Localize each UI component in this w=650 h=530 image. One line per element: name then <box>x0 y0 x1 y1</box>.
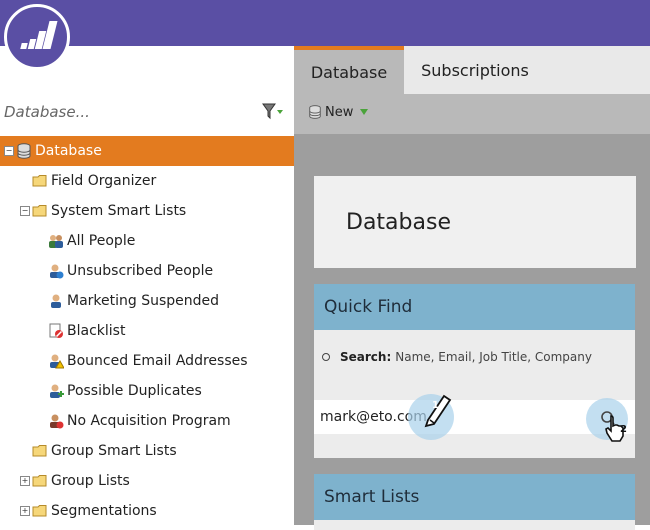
filter-icon[interactable] <box>262 102 286 120</box>
person-add-icon <box>50 384 64 398</box>
tree-item-marketing-suspended[interactable]: Marketing Suspended <box>0 286 294 316</box>
top-bar <box>0 0 650 46</box>
database-icon <box>17 143 31 159</box>
collapse-icon[interactable]: − <box>4 146 14 156</box>
person-info-icon <box>50 264 64 279</box>
step-1-badge: 1 <box>432 400 439 411</box>
tree-item-group-smart-lists[interactable]: Group Smart Lists <box>0 436 294 466</box>
person-warning-icon <box>50 354 64 369</box>
tab-database[interactable]: Database <box>294 46 404 94</box>
tab-subscriptions[interactable]: Subscriptions <box>404 46 546 94</box>
sidebar: − Database Field Organizer − System Smar… <box>0 46 294 525</box>
main-area: Database Subscriptions New Database Quic… <box>294 46 650 530</box>
person-block-icon <box>50 414 64 429</box>
person-icon <box>51 294 61 308</box>
database-icon <box>309 105 321 119</box>
page-title: Database <box>346 210 451 235</box>
tree-item-no-acquisition-program[interactable]: No Acquisition Program <box>0 406 294 436</box>
tree-item-group-lists[interactable]: + Group Lists <box>0 466 294 496</box>
tree-item-all-people[interactable]: All People <box>0 226 294 256</box>
new-button[interactable]: New <box>308 104 369 120</box>
database-title-panel: Database <box>314 176 636 268</box>
collapse-icon[interactable]: − <box>20 206 30 216</box>
tree-item-unsubscribed-people[interactable]: Unsubscribed People <box>0 256 294 286</box>
folder-icon <box>32 205 47 217</box>
search-hint: Search: Name, Email, Job Title, Company <box>322 350 592 364</box>
folder-icon <box>32 175 47 187</box>
tree-search-input[interactable] <box>4 101 244 123</box>
marketo-logo[interactable] <box>4 4 70 70</box>
tree-item-system-smart-lists[interactable]: − System Smart Lists <box>0 196 294 226</box>
tree-item-database[interactable]: − Database <box>0 136 294 166</box>
quick-find-input-row: 1 2 <box>314 394 635 442</box>
smart-lists-panel <box>314 520 635 530</box>
folder-icon <box>32 445 47 457</box>
bullet-icon <box>322 353 330 361</box>
tree-item-field-organizer[interactable]: Field Organizer <box>0 166 294 196</box>
smart-lists-header: Smart Lists <box>314 474 635 520</box>
toolbar: New <box>294 94 650 134</box>
dropdown-arrow-icon <box>360 109 369 115</box>
blacklist-icon <box>49 323 63 338</box>
content-area: Database Quick Find Search: Name, Email,… <box>294 134 650 530</box>
tab-bar: Database Subscriptions <box>294 46 650 94</box>
expand-icon[interactable]: + <box>20 506 30 516</box>
step-2-badge: 2 <box>620 424 627 435</box>
tree-item-possible-duplicates[interactable]: Possible Duplicates <box>0 376 294 406</box>
tree-item-bounced-email-addresses[interactable]: Bounced Email Addresses <box>0 346 294 376</box>
people-icon <box>49 235 63 248</box>
quick-find-header: Quick Find <box>314 284 635 330</box>
folder-icon <box>32 505 47 517</box>
tree-item-blacklist[interactable]: Blacklist <box>0 316 294 346</box>
tree-item-segmentations[interactable]: + Segmentations <box>0 496 294 526</box>
quick-find-panel: Search: Name, Email, Job Title, Company … <box>314 330 635 458</box>
folder-icon <box>32 475 47 487</box>
expand-icon[interactable]: + <box>20 476 30 486</box>
